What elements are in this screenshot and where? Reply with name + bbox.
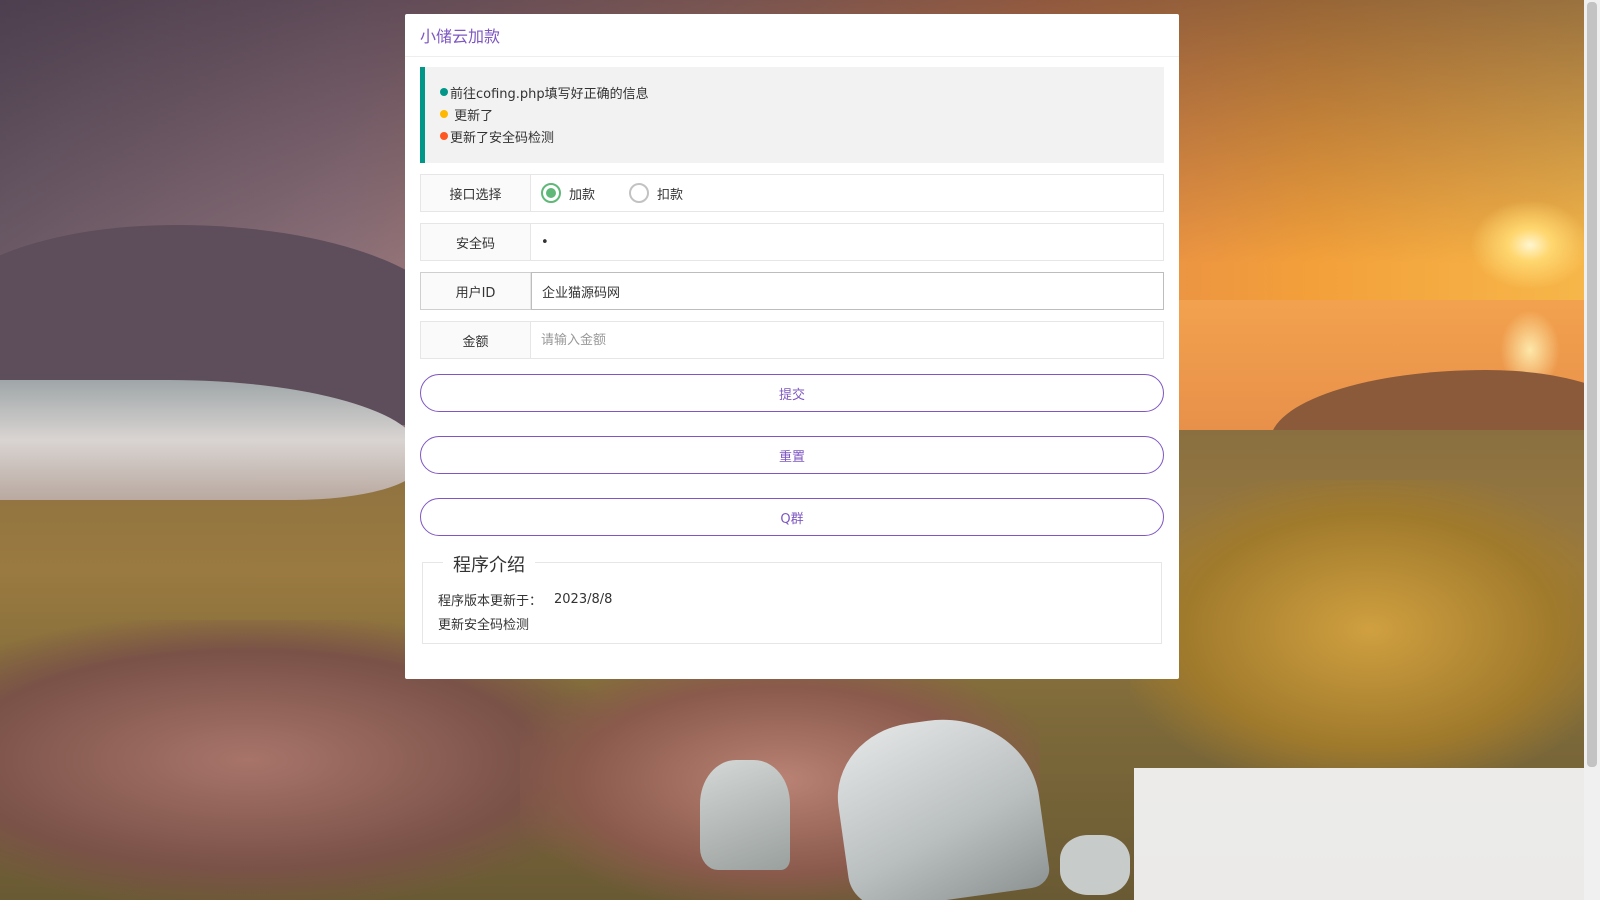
card-body: 前往cofing.php填写好正确的信息 更新了 更新了安全码检测 接口选择 加… <box>405 57 1179 644</box>
notice-text: 更新了 <box>450 108 494 124</box>
amount-input[interactable] <box>541 322 1163 358</box>
amount-row: 金额 <box>420 321 1164 359</box>
radio-add-funds[interactable]: 加款 <box>541 183 595 203</box>
user-id-label: 用户ID <box>421 273 531 309</box>
security-code-wrap <box>531 224 1163 260</box>
program-intro-legend: 程序介绍 <box>443 551 535 577</box>
rock-small <box>700 760 790 870</box>
orange-dot-icon <box>440 132 448 140</box>
qq-group-button[interactable]: Q群 <box>420 498 1164 536</box>
submit-button[interactable]: 提交 <box>420 374 1164 412</box>
scrollbar-thumb[interactable] <box>1587 2 1597 767</box>
notice-text: 更新了安全码检测 <box>450 130 555 146</box>
user-id-wrap <box>531 272 1164 310</box>
rock-right <box>1060 835 1130 895</box>
interface-options: 加款 扣款 <box>531 175 1163 211</box>
scrollbar[interactable] <box>1584 0 1600 900</box>
radio-checked-icon[interactable] <box>541 183 561 203</box>
yellow-dot-icon <box>440 110 448 118</box>
notice-item: 更新了安全码检测 <box>440 125 1149 147</box>
radio-label[interactable]: 加款 <box>569 184 595 203</box>
main-card: 小储云加款 前往cofing.php填写好正确的信息 更新了 更新了安全码检测 … <box>405 14 1179 679</box>
version-line: 程序版本更新于： 2023/8/8 <box>438 587 1146 611</box>
radio-label[interactable]: 扣款 <box>657 184 683 203</box>
interface-label: 接口选择 <box>421 175 531 211</box>
update-note: 更新安全码检测 <box>438 617 530 633</box>
reset-button[interactable]: 重置 <box>420 436 1164 474</box>
green-dot-icon <box>440 88 448 96</box>
security-code-label: 安全码 <box>421 224 531 260</box>
radio-unchecked-icon[interactable] <box>629 183 650 203</box>
amount-wrap <box>531 322 1163 358</box>
sun <box>1470 200 1590 290</box>
interface-row: 接口选择 加款 扣款 <box>420 174 1164 212</box>
watermark-overlay <box>1134 768 1584 900</box>
user-id-input[interactable] <box>542 273 1163 309</box>
notice-text: 前往cofing.php填写好正确的信息 <box>450 86 649 102</box>
card-header: 小储云加款 <box>405 14 1179 57</box>
version-date: 2023/8/8 <box>554 591 613 607</box>
page-title: 小储云加款 <box>420 27 501 46</box>
golden-shrubs <box>1130 480 1600 780</box>
notice-item: 前往cofing.php填写好正确的信息 <box>440 81 1149 103</box>
notice-item: 更新了 <box>440 103 1149 125</box>
version-label: 程序版本更新于： <box>438 593 543 609</box>
amount-label: 金额 <box>421 322 531 358</box>
notice-box: 前往cofing.php填写好正确的信息 更新了 更新了安全码检测 <box>420 67 1164 163</box>
program-intro-fieldset: 程序介绍 程序版本更新于： 2023/8/8 更新安全码检测 <box>422 551 1162 644</box>
radio-deduct-funds[interactable]: 扣款 <box>629 183 683 203</box>
user-id-row: 用户ID <box>420 272 1164 310</box>
security-code-row: 安全码 <box>420 223 1164 261</box>
security-code-input[interactable] <box>541 224 1163 260</box>
